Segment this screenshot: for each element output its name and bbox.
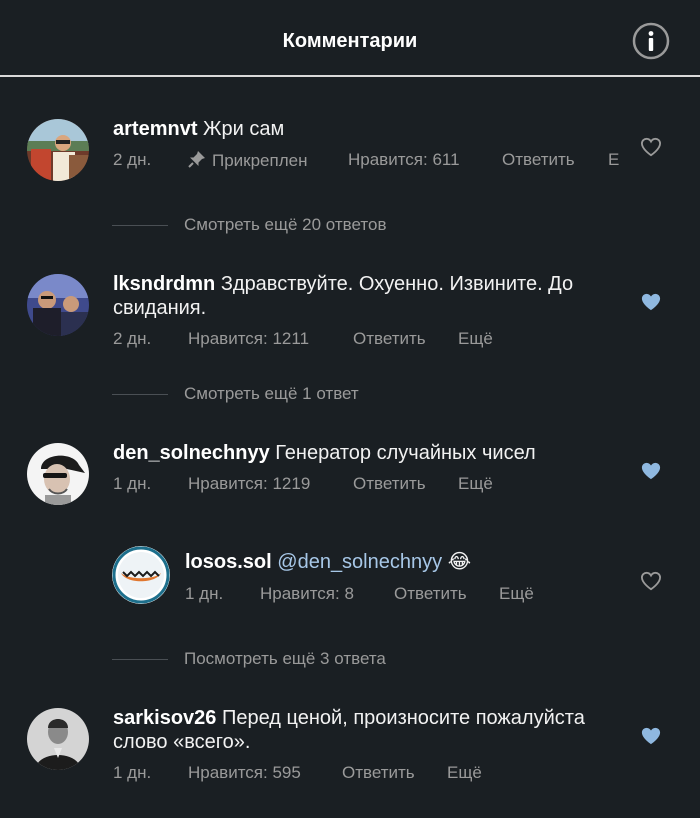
heart-icon[interactable] <box>640 461 662 481</box>
comment-meta: 2 дн. Прикреплен Нравится: 611 Ответить … <box>113 150 633 172</box>
avatar[interactable] <box>27 119 89 181</box>
avatar[interactable] <box>27 708 89 770</box>
reply-button[interactable]: Ответить <box>394 584 467 604</box>
divider-line <box>112 225 168 226</box>
more-button[interactable]: Ещё <box>458 329 493 349</box>
comment-username[interactable]: lksndrdmn <box>113 273 215 295</box>
comment-time: 2 дн. <box>113 150 152 169</box>
likes-count[interactable]: Нравится: 611 <box>348 150 460 170</box>
avatar[interactable] <box>112 546 170 604</box>
divider-line <box>112 394 168 395</box>
mention-link[interactable]: @den_solnechnyy <box>277 551 442 573</box>
more-button[interactable]: Ещё <box>499 584 534 604</box>
comment-username[interactable]: sarkisov26 <box>113 707 216 729</box>
heart-icon[interactable] <box>640 726 662 746</box>
comment-username[interactable]: losos.sol <box>185 551 272 573</box>
pinned-label: Прикреплен <box>188 150 307 171</box>
heart-icon[interactable] <box>640 137 662 157</box>
more-button[interactable]: Е <box>608 150 619 170</box>
avatar[interactable] <box>27 274 89 336</box>
comment-time: 2 дн. <box>113 329 152 348</box>
comment-text: sarkisov26 Перед ценой, произносите пожа… <box>113 706 623 754</box>
more-button[interactable]: Ещё <box>447 763 482 783</box>
page-title: Комментарии <box>282 30 418 52</box>
info-icon[interactable] <box>632 22 670 60</box>
divider-line <box>112 659 168 660</box>
avatar[interactable] <box>27 443 89 505</box>
comment-text: losos.sol @den_solnechnyy 😂 <box>185 550 625 574</box>
likes-count[interactable]: Нравится: 1211 <box>188 329 309 349</box>
emoji: 😂 <box>447 551 472 573</box>
comment-body: Жри сам <box>203 118 285 140</box>
comment-time: 1 дн. <box>185 584 224 603</box>
comment-meta: 1 дн. Нравится: 595 Ответить Ещё <box>113 763 533 785</box>
comment-meta: 1 дн. Нравится: 8 Ответить Ещё <box>185 584 605 606</box>
comment-meta: 1 дн. Нравится: 1219 Ответить Ещё <box>113 474 533 496</box>
reply-button[interactable]: Ответить <box>353 329 426 349</box>
comment-body: Генератор случайных чисел <box>275 442 536 464</box>
likes-count[interactable]: Нравится: 1219 <box>188 474 310 494</box>
likes-count[interactable]: Нравится: 8 <box>260 584 354 604</box>
comment-username[interactable]: artemnvt <box>113 118 197 140</box>
reply-button[interactable]: Ответить <box>353 474 426 494</box>
more-button[interactable]: Ещё <box>458 474 493 494</box>
header-bar: Комментарии <box>0 0 700 77</box>
comment-username[interactable]: den_solnechnyy <box>113 442 270 464</box>
comment-meta: 2 дн. Нравится: 1211 Ответить Ещё <box>113 329 533 351</box>
likes-count[interactable]: Нравится: 595 <box>188 763 301 783</box>
pin-icon <box>188 151 205 168</box>
comment-text: lksndrdmn Здравствуйте. Охуенно. Извинит… <box>113 272 623 320</box>
comment-text: den_solnechnyy Генератор случайных чисел <box>113 441 623 465</box>
comment-text: artemnvt Жри сам <box>113 117 623 141</box>
reply-button[interactable]: Ответить <box>342 763 415 783</box>
heart-icon[interactable] <box>640 292 662 312</box>
comment-time: 1 дн. <box>113 763 152 782</box>
heart-icon[interactable] <box>640 571 662 591</box>
reply-button[interactable]: Ответить <box>502 150 575 170</box>
comment-time: 1 дн. <box>113 474 152 493</box>
